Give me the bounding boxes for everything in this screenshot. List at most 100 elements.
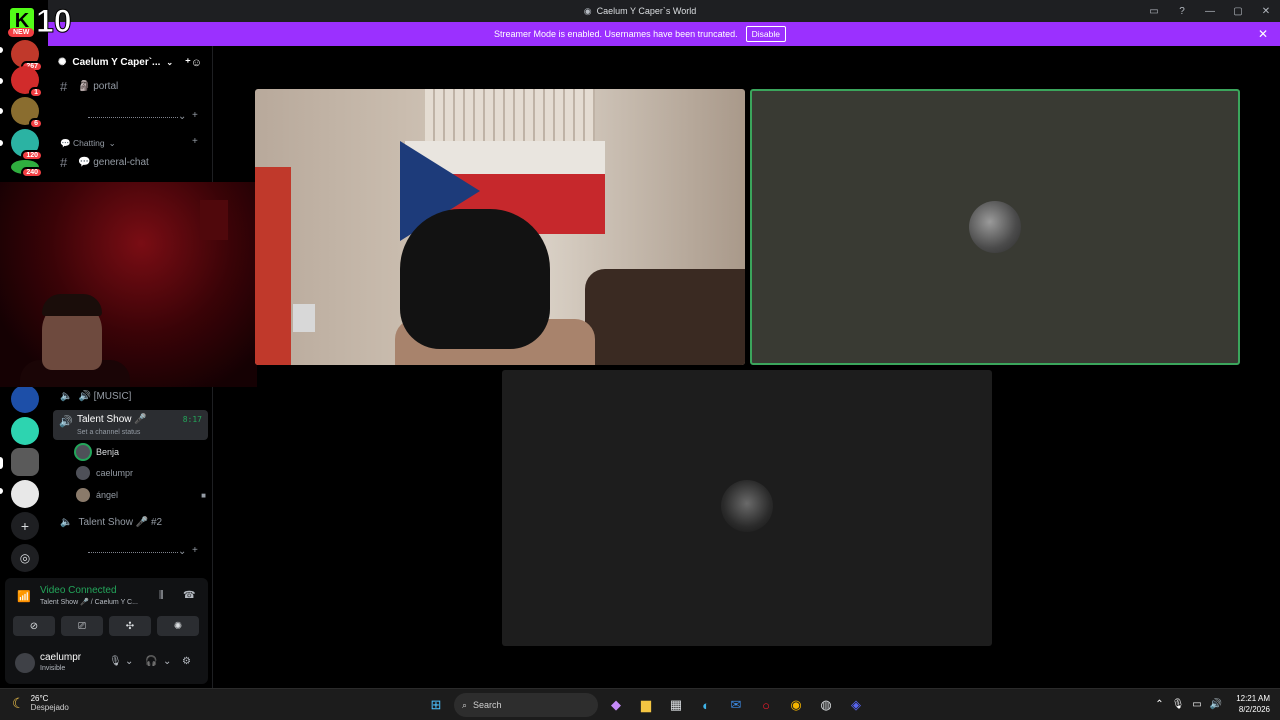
- figure-box: [293, 304, 315, 332]
- guild-icon-5[interactable]: 240: [11, 160, 43, 178]
- channel-status[interactable]: Set a channel status: [77, 429, 140, 436]
- guild-icon-4[interactable]: 120: [11, 129, 43, 161]
- voice-member[interactable]: ángel ■: [76, 486, 206, 504]
- video-tile-idle[interactable]: [502, 370, 992, 646]
- guild-icon-banned[interactable]: [11, 480, 39, 508]
- person-head: [400, 209, 550, 349]
- channel-talent-show-2[interactable]: 🔈 Talent Show 🎤 #2: [56, 512, 208, 532]
- inbox-icon[interactable]: ▭: [1140, 6, 1168, 17]
- add-channel-icon[interactable]: +: [192, 110, 198, 121]
- activities-icon: ✣: [125, 620, 135, 632]
- voice-member[interactable]: Benja: [76, 443, 206, 461]
- unread-pip: [0, 47, 3, 53]
- add-channel-icon[interactable]: +: [192, 136, 198, 147]
- voice-member[interactable]: caelumpr: [76, 464, 206, 482]
- call-timer: 8:17: [182, 415, 202, 424]
- chrome-icon[interactable]: ◉: [784, 693, 808, 717]
- chevron-down-icon: ⌄: [108, 138, 116, 148]
- taskbar-apps: ⊞ ⌕ Search ◆ ▆ ▦ ◐ ✉ ○ ◉ ◍ ◈: [424, 693, 868, 717]
- weather-widget[interactable]: ☾ 26°C Despejado: [12, 694, 69, 712]
- discord-taskbar-icon[interactable]: ◈: [844, 693, 868, 717]
- disable-streamer-mode-button[interactable]: Disable: [745, 26, 786, 42]
- channel-talent-show[interactable]: 🔊 Talent Show 🎤 Set a channel status 8:1…: [53, 410, 208, 440]
- close-banner-icon[interactable]: ✕: [1258, 27, 1268, 41]
- avatar[interactable]: [15, 653, 35, 673]
- guild-icon-6[interactable]: [11, 385, 39, 413]
- channel-portal[interactable]: # 🗿 portal: [56, 76, 208, 96]
- user-status: Invisible: [40, 665, 66, 672]
- headphones-icon[interactable]: 🎧: [145, 656, 157, 667]
- server-name: Caelum Y Caper`...: [72, 56, 161, 68]
- server-header[interactable]: ✺ Caelum Y Caper`... ⌄ ⁺☺: [48, 46, 212, 78]
- channel-general-chat[interactable]: # 💬 general-chat: [56, 152, 208, 172]
- file-explorer-icon[interactable]: ▆: [634, 693, 658, 717]
- video-connected-status[interactable]: Video Connected: [40, 585, 117, 596]
- speaker-icon: 🔊: [59, 416, 73, 428]
- soundboard-icon: ✺: [173, 620, 183, 632]
- store-icon[interactable]: ▦: [664, 693, 688, 717]
- weather-condition: Despejado: [30, 703, 69, 712]
- guild-icon-current[interactable]: [11, 448, 39, 476]
- activities-button[interactable]: ✣: [109, 616, 151, 636]
- system-tray: ⌃ 🎙 ▭ 🔊 12:21 AM 8/2/2026: [1155, 693, 1270, 715]
- hash-icon: #: [60, 154, 68, 170]
- window-controls: ▭ ? — ▢ ✕: [1140, 0, 1280, 22]
- settings-gear-icon[interactable]: ⚙: [182, 656, 191, 667]
- clock[interactable]: 12:21 AM 8/2/2026: [1236, 693, 1270, 715]
- discover-icon[interactable]: ◎: [11, 544, 39, 572]
- edge-icon[interactable]: ◐: [694, 693, 718, 717]
- steam-icon[interactable]: ◍: [814, 693, 838, 717]
- guild-icon-2[interactable]: 1: [11, 66, 43, 98]
- channel-music[interactable]: 🔈 🔊 [MUSIC]: [56, 386, 208, 406]
- close-window-button[interactable]: ✕: [1252, 6, 1280, 17]
- unread-pip: [0, 78, 3, 84]
- video-tile-camera[interactable]: [255, 89, 745, 365]
- opera-icon[interactable]: ○: [754, 693, 778, 717]
- temperature: 26°C: [30, 694, 49, 703]
- add-channel-icon[interactable]: +: [192, 545, 198, 556]
- kick-number: 10: [36, 2, 73, 39]
- chevron-down-icon[interactable]: ⌄: [178, 111, 186, 122]
- sofa: [585, 269, 745, 365]
- guild-icon-1[interactable]: 267: [11, 40, 43, 72]
- add-server-icon[interactable]: +: [11, 512, 39, 540]
- username[interactable]: caelumpr: [40, 652, 81, 663]
- microphone-tray-icon[interactable]: 🎙: [1172, 699, 1185, 710]
- camera-off-button[interactable]: ⊘: [13, 616, 55, 636]
- add-person-icon[interactable]: ⁺☺: [185, 56, 202, 69]
- divider: [88, 117, 178, 118]
- chevron-down-icon[interactable]: ⌄: [178, 546, 186, 557]
- help-icon[interactable]: ?: [1168, 6, 1196, 17]
- video-tile-speaking[interactable]: [750, 89, 1240, 365]
- mail-icon[interactable]: ✉: [724, 693, 748, 717]
- taskbar-search[interactable]: ⌕ Search: [454, 693, 598, 717]
- moon-icon: ☾: [12, 694, 25, 711]
- discord-icon: ◉: [583, 5, 592, 16]
- voice-location[interactable]: Talent Show 🎤 / Caelum Y C...: [40, 598, 138, 606]
- minimize-button[interactable]: —: [1196, 6, 1224, 17]
- wall-poster: [255, 167, 291, 365]
- windows-start-icon[interactable]: ⊞: [424, 693, 448, 717]
- signal-icon: 📶: [17, 591, 31, 603]
- chevron-down-icon[interactable]: ⌄: [125, 656, 133, 667]
- volume-icon[interactable]: 🔊: [1210, 699, 1222, 710]
- window-titlebar: ◉ Caelum Y Caper`s World ▭ ? — ▢ ✕: [0, 0, 1280, 22]
- disconnect-icon[interactable]: ☎: [183, 590, 195, 601]
- windows-taskbar: ☾ 26°C Despejado ⊞ ⌕ Search ◆ ▆ ▦ ◐ ✉ ○ …: [0, 688, 1280, 720]
- maximize-button[interactable]: ▢: [1224, 6, 1252, 17]
- microphone-icon[interactable]: 🎙: [109, 656, 122, 667]
- camera-off-icon: ⊘: [29, 620, 39, 632]
- chevron-up-icon[interactable]: ⌃: [1155, 699, 1163, 710]
- category-chatting[interactable]: 💬 Chatting ⌄: [60, 138, 116, 149]
- soundboard-button[interactable]: ✺: [157, 616, 199, 636]
- chevron-down-icon[interactable]: ⌄: [163, 656, 171, 667]
- noise-suppression-icon[interactable]: ⫼: [159, 590, 164, 601]
- unread-pip: [0, 108, 3, 114]
- voice-connection-panel: 📶 Video Connected Talent Show 🎤 / Caelum…: [5, 578, 208, 684]
- guild-icon-heart[interactable]: [11, 417, 39, 445]
- copilot-icon[interactable]: ◆: [604, 693, 628, 717]
- speaker-icon: 🔈: [60, 390, 73, 402]
- display-icon[interactable]: ▭: [1192, 699, 1201, 710]
- screen-share-button[interactable]: ⎚: [61, 616, 103, 636]
- guild-icon-3[interactable]: 6: [11, 97, 43, 129]
